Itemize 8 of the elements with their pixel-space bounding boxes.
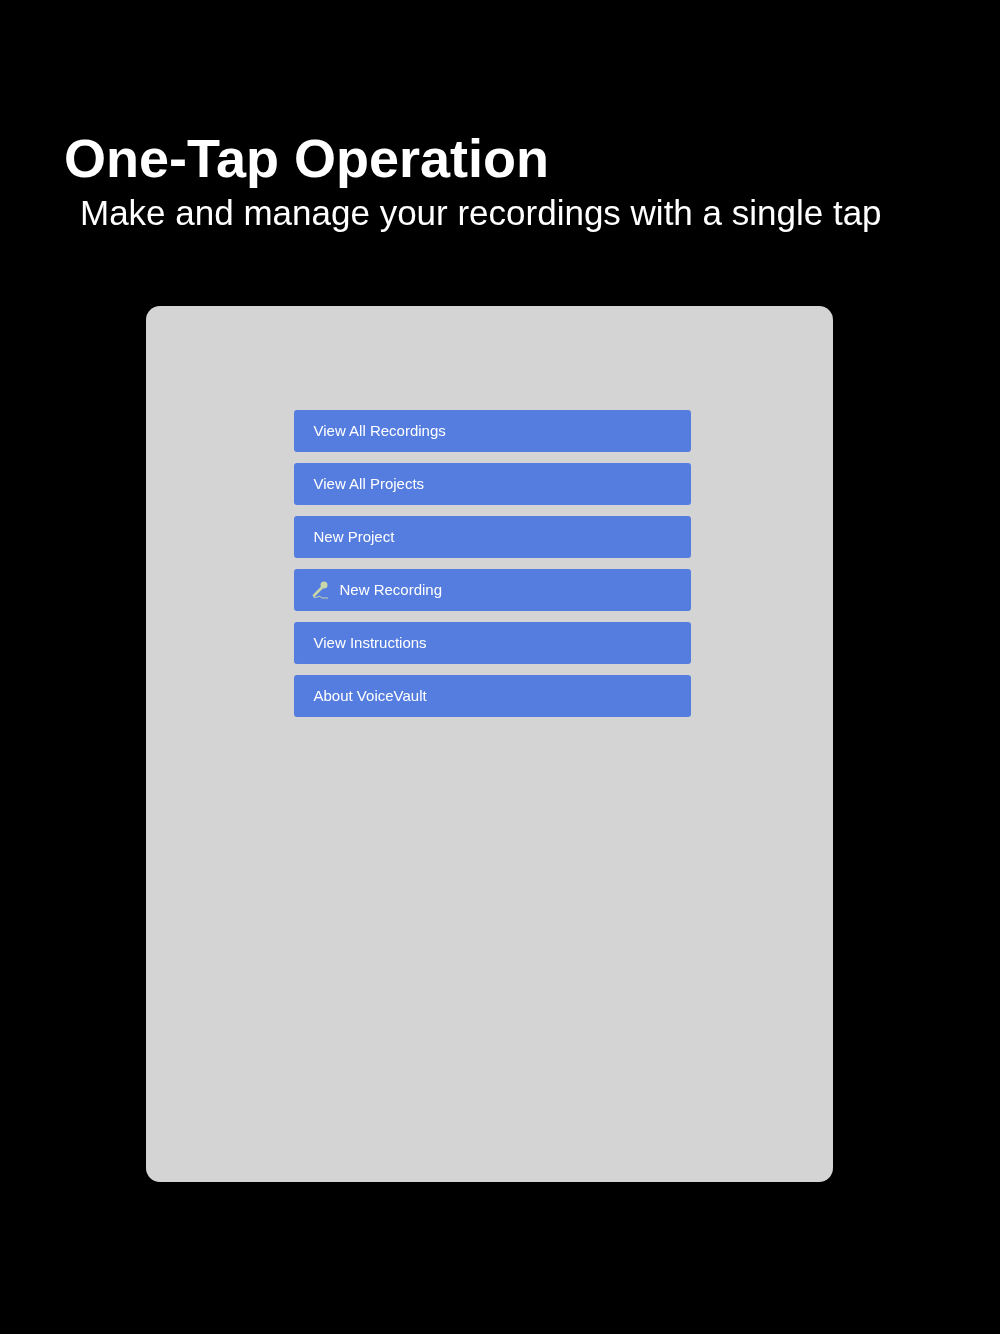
menu-button[interactable]: About VoiceVault [293, 675, 691, 717]
headline: One-Tap Operation [64, 127, 550, 190]
menu-button[interactable]: View All Projects [293, 463, 691, 505]
subheadline: Make and manage your recordings with a single tap [80, 192, 882, 234]
menu-button[interactable]: View All Recordings [293, 410, 691, 452]
menu-button[interactable]: New Project [293, 516, 691, 558]
menu-button[interactable]: New Recording [293, 569, 691, 611]
menu-button[interactable]: View Instructions [293, 622, 691, 664]
